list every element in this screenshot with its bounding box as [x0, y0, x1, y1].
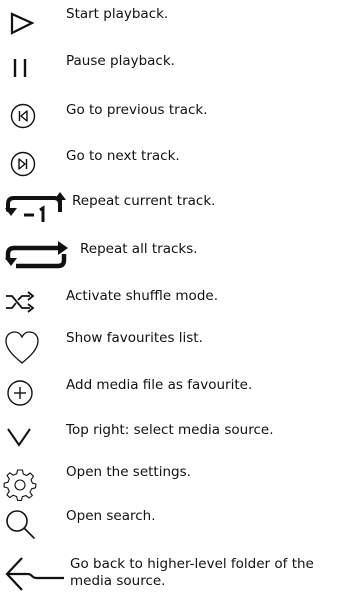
legend-item-label: Top right: select media source. [66, 422, 274, 438]
next-track-icon [0, 140, 64, 184]
legend-item-label: Open search. [66, 508, 156, 524]
repeat-one-icon [0, 186, 66, 230]
legend-item-next: Go to next track. [0, 140, 361, 184]
legend-item-favourites: Show favourites list. [0, 326, 361, 370]
back-arrow-icon [0, 550, 64, 594]
pause-icon [0, 44, 64, 88]
shuffle-icon [0, 284, 64, 328]
legend-item-label: Open the settings. [66, 464, 191, 480]
legend-item-label: Repeat all tracks. [80, 241, 198, 257]
legend-item-previous: Go to previous track. [0, 92, 361, 136]
legend-item-label: Start playback. [66, 6, 169, 22]
legend-item-repeat-all: Repeat all tracks. [0, 234, 361, 280]
legend-item-label: Go to next track. [66, 148, 180, 164]
gear-icon [0, 462, 64, 506]
legend-item-label: Show favourites list. [66, 330, 203, 346]
legend-item-label: Go to previous track. [66, 102, 208, 118]
legend-item-label: Go back to higher-level folder of the me… [70, 556, 314, 589]
chevron-down-icon [0, 418, 64, 462]
add-favourite-icon [0, 372, 64, 416]
play-icon [0, 0, 64, 44]
legend-item-label: Add media file as favourite. [66, 377, 253, 393]
previous-track-icon [0, 92, 64, 136]
legend-item-label: Pause playback. [66, 53, 175, 69]
legend-item-label: Repeat current track. [72, 193, 216, 209]
legend-item-play: Start playback. [0, 0, 361, 40]
legend-item-settings: Open the settings. [0, 462, 361, 504]
legend-item-add-favourite: Add media file as favourite. [0, 372, 361, 416]
legend-item-pause: Pause playback. [0, 44, 361, 84]
legend-item-back: Go back to higher-level folder of the me… [0, 550, 361, 600]
search-icon [0, 504, 64, 548]
heart-icon [0, 326, 64, 370]
legend-item-label: Activate shuffle mode. [66, 288, 218, 304]
legend-item-shuffle: Activate shuffle mode. [0, 284, 361, 324]
legend-item-search: Open search. [0, 504, 361, 546]
legend-item-repeat-one: Repeat current track. [0, 186, 361, 232]
repeat-all-icon [0, 234, 68, 278]
legend-item-media-source: Top right: select media source. [0, 418, 361, 460]
